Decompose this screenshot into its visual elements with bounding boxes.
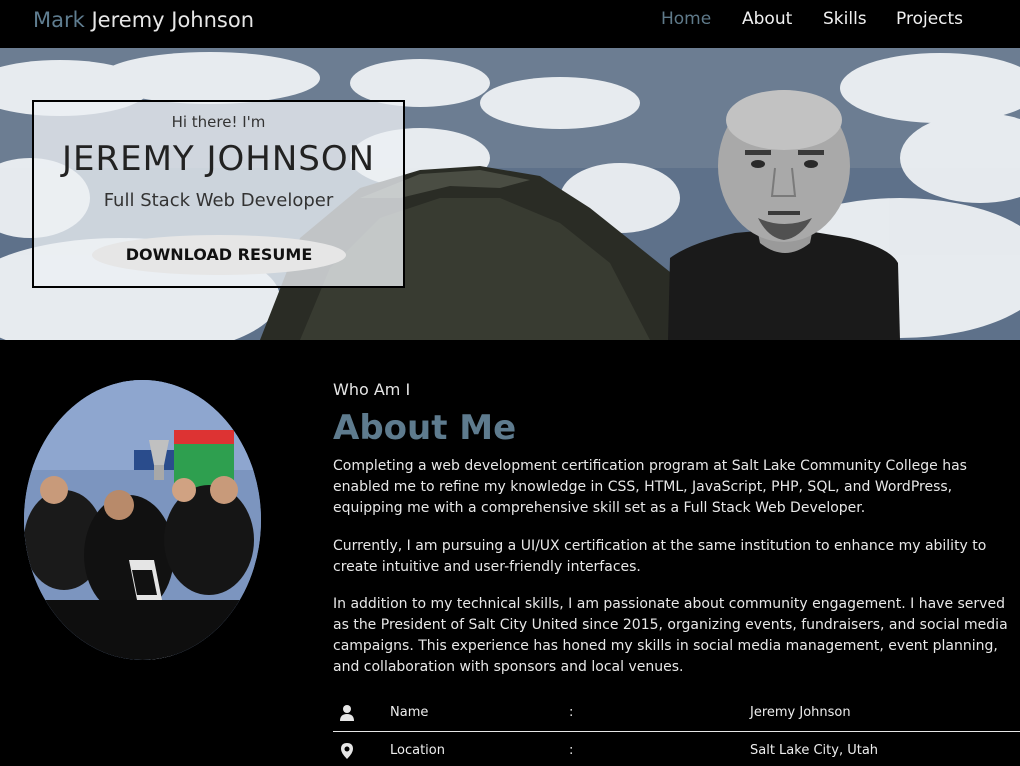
nav-home-link[interactable]: Home <box>661 8 711 30</box>
info-separator: : <box>569 743 574 758</box>
info-separator: : <box>569 705 574 720</box>
info-value-location: Salt Lake City, Utah <box>750 743 879 758</box>
brand-logo[interactable]: Mark Jeremy Johnson <box>33 6 254 34</box>
info-value-name: Jeremy Johnson <box>750 705 851 720</box>
hero-role-text: Full Stack Web Developer <box>103 190 334 211</box>
info-label-location: Location <box>390 743 445 758</box>
intro-card: Hi there! I'm JEREMY JOHNSON Full Stack … <box>32 100 405 288</box>
about-subtitle: Who Am I <box>333 380 411 399</box>
location-pin-icon <box>341 743 353 759</box>
download-resume-button[interactable]: DOWNLOAD RESUME <box>92 235 346 275</box>
brand-first-name: Mark <box>33 8 85 32</box>
nav-projects-link[interactable]: Projects <box>896 8 963 30</box>
brand-name: Jeremy Johnson <box>91 8 255 32</box>
info-row-name: Name : Jeremy Johnson <box>333 694 1020 732</box>
info-row-location: Location : Salt Lake City, Utah <box>333 732 1020 766</box>
about-title: About Me <box>333 408 517 448</box>
greeting-text: Hi there! I'm <box>171 113 266 131</box>
about-paragraph-1: Completing a web development certificati… <box>333 458 967 516</box>
about-photo <box>24 380 261 660</box>
nav-skills-link[interactable]: Skills <box>823 8 867 30</box>
nav-about-link[interactable]: About <box>742 8 792 30</box>
person-icon <box>340 705 354 721</box>
hero-banner: Hi there! I'm JEREMY JOHNSON Full Stack … <box>0 48 1020 340</box>
hero-name-heading: JEREMY JOHNSON <box>61 139 376 179</box>
about-paragraph-2: Currently, I am pursuing a UI/UX certifi… <box>333 538 987 575</box>
navbar: Mark Jeremy Johnson Home About Skills Pr… <box>0 0 1020 48</box>
about-paragraph-3: In addition to my technical skills, I am… <box>333 596 1008 675</box>
info-label-name: Name <box>390 705 429 720</box>
about-section: Who Am I About Me Completing a web devel… <box>0 340 1020 766</box>
